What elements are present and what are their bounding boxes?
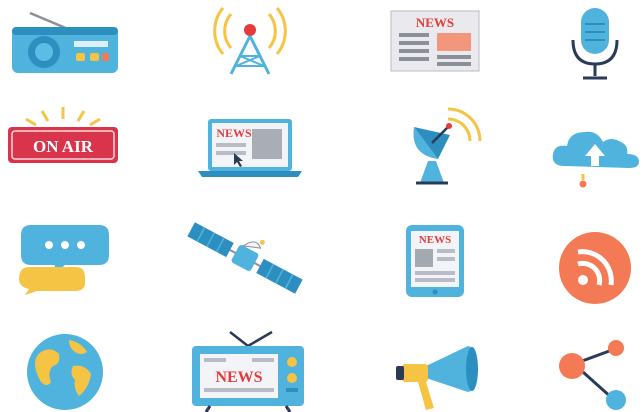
satellite-dish-icon — [385, 105, 495, 185]
on-air-sign-icon: ON AIR — [0, 102, 125, 172]
on-air-label: ON AIR — [33, 137, 94, 156]
laptop-news-label: NEWS — [216, 126, 252, 140]
tv-news-icon: NEWS — [185, 330, 310, 412]
satellite-icon — [180, 215, 310, 300]
newspaper-label: NEWS — [416, 15, 454, 30]
globe-icon — [5, 330, 125, 412]
cloud-upload-icon — [545, 120, 643, 190]
chat-bubbles-icon — [5, 218, 125, 298]
broadcast-tower-icon — [190, 2, 310, 77]
share-icon — [545, 338, 643, 412]
tablet-news-icon: NEWS — [385, 220, 485, 302]
microphone-icon — [545, 2, 643, 82]
icon-grid: NEWS ON AIR NEWS NEWS NEWS — [0, 0, 643, 412]
newspaper-icon: NEWS — [375, 2, 495, 77]
megaphone-icon — [380, 338, 495, 412]
radio-icon — [5, 2, 125, 77]
tablet-news-label: NEWS — [419, 234, 451, 246]
tv-news-label: NEWS — [215, 369, 262, 386]
laptop-news-icon: NEWS — [190, 110, 310, 182]
rss-feed-icon — [545, 228, 643, 308]
